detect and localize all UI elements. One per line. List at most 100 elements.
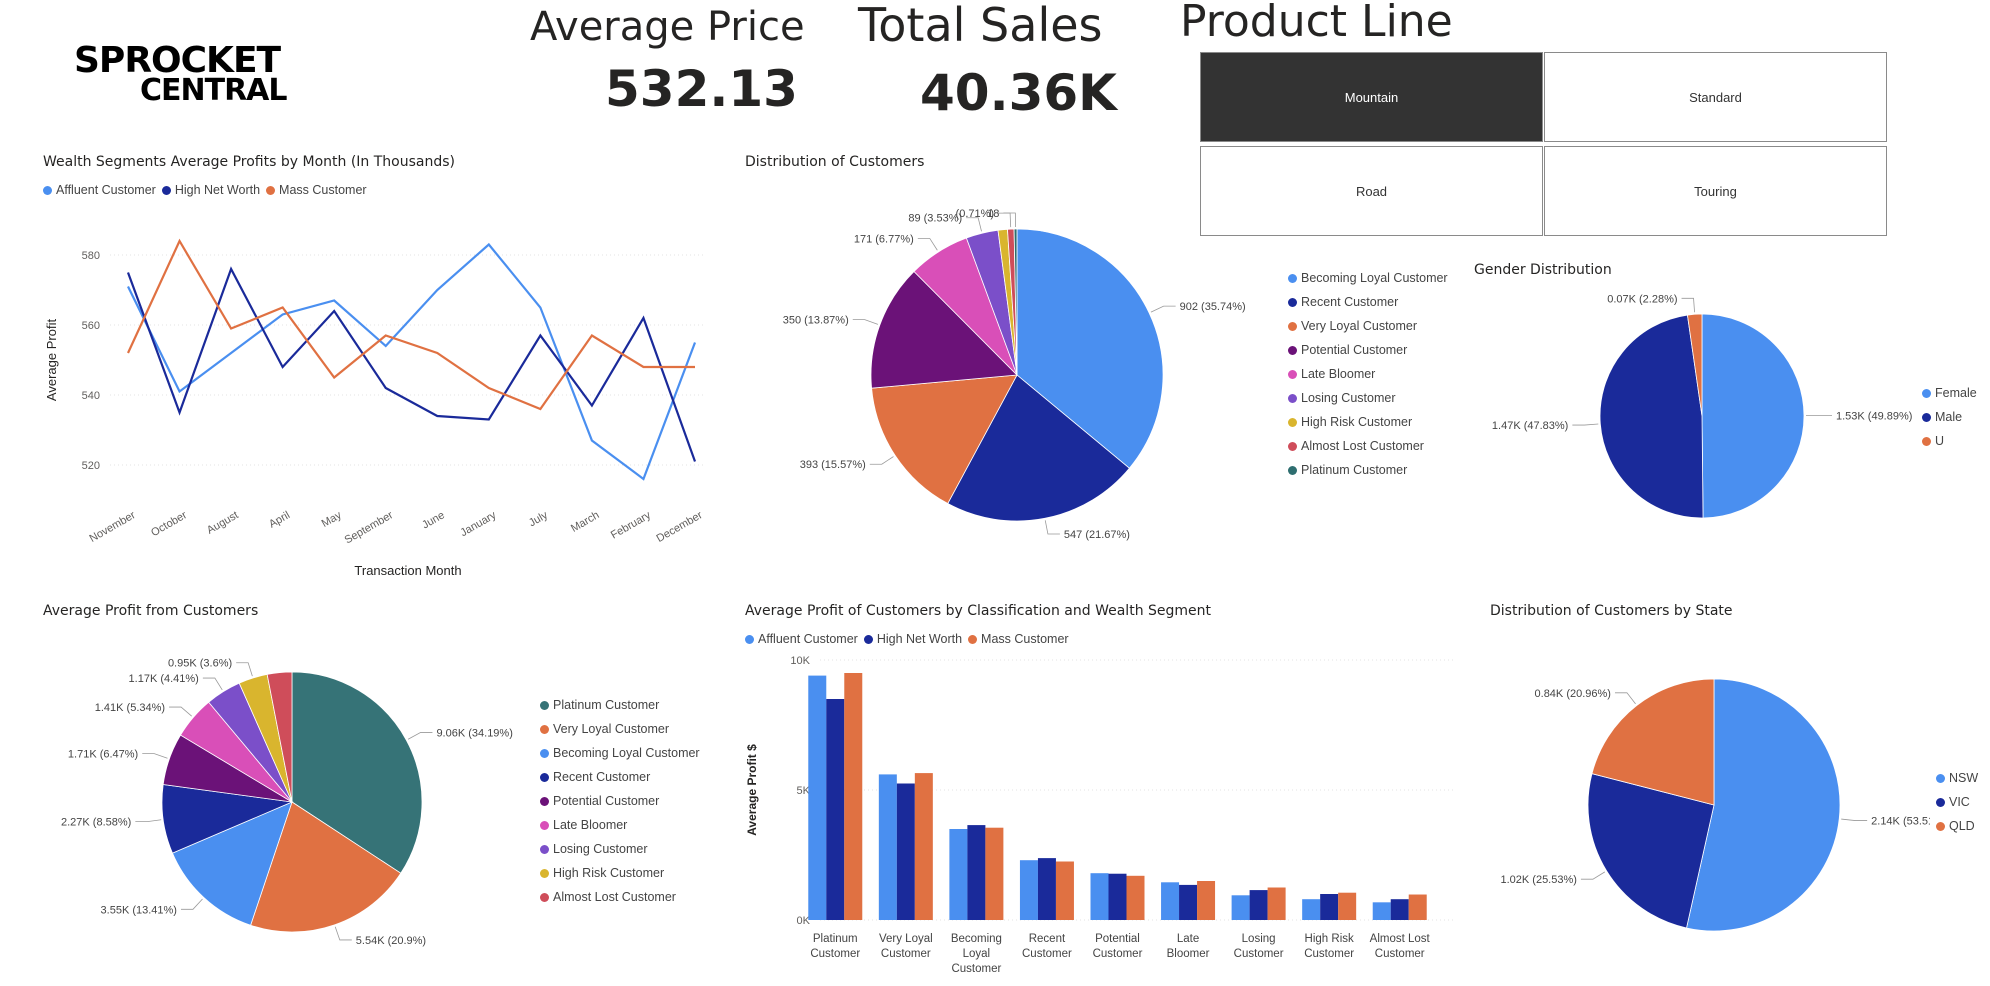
legend-label: Recent Customer xyxy=(1301,295,1399,309)
series-line xyxy=(127,242,697,481)
legend-label: Almost Lost Customer xyxy=(1301,439,1424,453)
bar xyxy=(1267,887,1286,920)
data-label: 350 (13.87%) xyxy=(783,315,849,327)
legend-item: Almost Lost Customer xyxy=(1288,434,1448,458)
leader-line xyxy=(1580,871,1606,880)
x-tick-label: Loyal xyxy=(963,948,991,960)
data-label: 1.71K (6.47%) xyxy=(68,749,138,761)
x-tick-label: July xyxy=(527,509,550,529)
bar xyxy=(1179,884,1198,920)
legend-dot-icon xyxy=(540,844,549,854)
leader-line xyxy=(852,319,879,325)
bar xyxy=(1372,902,1391,920)
legend-dot-icon xyxy=(43,185,52,195)
legend-label: Losing Customer xyxy=(553,842,648,856)
legend-label: Potential Customer xyxy=(1301,343,1408,357)
bar xyxy=(1037,858,1056,920)
legend-dot-icon xyxy=(1288,345,1297,355)
legend-dot-icon xyxy=(863,634,873,644)
x-tick-label: October xyxy=(149,509,189,539)
logo-line2: CENTRAL xyxy=(140,73,287,106)
legend-label: Almost Lost Customer xyxy=(553,890,676,904)
legend-item: NSW xyxy=(1936,766,1978,790)
legend-label: High Net Worth xyxy=(876,632,963,646)
legend-item: Late Bloomer xyxy=(540,813,700,837)
data-label: 0.84K (20.96%) xyxy=(1535,688,1611,700)
bar xyxy=(808,675,827,920)
legend-item: Recent Customer xyxy=(1288,290,1448,314)
legend-label: NSW xyxy=(1949,771,1979,785)
legend-item: VIC xyxy=(1936,790,1978,814)
legend-label: High Risk Customer xyxy=(553,866,665,880)
leader-line xyxy=(1681,297,1695,313)
leader-line xyxy=(1572,423,1599,426)
pie-slice xyxy=(1701,313,1805,519)
legend-item: Affluent Customer xyxy=(43,181,156,199)
slicer-standard-button[interactable]: Standard xyxy=(1544,52,1887,142)
legend-dot-icon xyxy=(745,634,754,644)
x-tick-label: Platinum xyxy=(813,933,858,945)
state-legend: NSW VIC QLD xyxy=(1936,766,1978,838)
data-label: 3.55K (13.41%) xyxy=(101,904,177,916)
legend-dot-icon xyxy=(540,748,549,758)
x-tick-label: Customer xyxy=(1234,948,1284,960)
slicer-mountain-button[interactable]: Mountain xyxy=(1200,52,1543,142)
leader-line xyxy=(135,819,162,823)
x-tick-label: April xyxy=(267,509,292,530)
leader-line xyxy=(917,238,938,251)
data-label: 0.07K (2.28%) xyxy=(1607,293,1677,305)
x-tick-label: Late xyxy=(1177,933,1199,945)
state-chart: 2.14K (53.51%) 1.02K (25.53%) 0.84K (20.96… xyxy=(1500,678,1930,932)
legend-item: Platinum Customer xyxy=(1288,458,1448,482)
series-line xyxy=(127,238,695,411)
legend-dot-icon xyxy=(540,892,549,902)
dist-customers-chart: 902 (35.74%) 547 (21.67%) 393 (15.57%) 350 … xyxy=(783,208,1246,541)
legend-label: Affluent Customer xyxy=(56,183,156,197)
leader-line xyxy=(1003,212,1016,228)
legend-item: High Risk Customer xyxy=(1288,410,1448,434)
legend-label: QLD xyxy=(1949,819,1975,833)
y-tick-label: 560 xyxy=(82,320,100,332)
legend-label: Very Loyal Customer xyxy=(553,722,670,736)
legend-label: Female xyxy=(1935,386,1977,400)
legend-label: High Net Worth xyxy=(174,183,261,197)
legend-item: High Net Worth xyxy=(863,630,963,648)
data-label: 0.95K (3.6%) xyxy=(168,658,232,670)
x-tick-label: November xyxy=(88,509,138,545)
legend-dot-icon xyxy=(1288,393,1297,403)
legend-label: Becoming Loyal Customer xyxy=(553,746,700,760)
legend-item: Becoming Loyal Customer xyxy=(540,741,700,765)
data-label: 1.17K (4.41%) xyxy=(129,673,199,685)
leader-line xyxy=(407,732,433,740)
bar xyxy=(1019,860,1038,920)
legend-label: VIC xyxy=(1949,795,1970,809)
leader-line xyxy=(998,212,1012,228)
y-axis-label: Average Profit xyxy=(44,319,59,402)
x-tick-label: December xyxy=(655,509,705,545)
data-label: 2.14K (53.51%) xyxy=(1871,816,1930,828)
legend-item: Late Bloomer xyxy=(1288,362,1448,386)
x-tick-label: September xyxy=(343,509,396,546)
legend-item: Very Loyal Customer xyxy=(540,717,700,741)
x-tick-label: August xyxy=(205,509,241,537)
x-tick-label: Customer xyxy=(1022,948,1072,960)
slicer-touring-button[interactable]: Touring xyxy=(1544,146,1887,236)
data-label: 1.47K (47.83%) xyxy=(1492,420,1568,432)
class-wealth-bar-title: Average Profit of Customers by Classific… xyxy=(745,603,1212,619)
x-tick-label: Bloomer xyxy=(1167,948,1210,960)
data-label: 902 (35.74%) xyxy=(1180,301,1246,313)
bar xyxy=(1161,882,1180,920)
x-tick-label: January xyxy=(458,509,498,539)
leader-line xyxy=(1614,692,1636,705)
x-tick-label: May xyxy=(320,509,344,530)
legend-dot-icon xyxy=(1288,465,1297,475)
y-tick-label: 580 xyxy=(82,250,100,262)
legend-item: Losing Customer xyxy=(540,837,700,861)
total-sales-value: 40.36K xyxy=(920,64,1117,122)
leader-line xyxy=(1150,305,1176,313)
x-tick-label: Customer xyxy=(1093,948,1143,960)
class-wealth-bar-chart: 0K5K10KPlatinumCustomerVery LoyalCustome… xyxy=(745,655,1455,975)
legend-dot-icon xyxy=(540,796,549,806)
x-tick-label: Customer xyxy=(1304,948,1354,960)
legend-label: Affluent Customer xyxy=(758,632,858,646)
